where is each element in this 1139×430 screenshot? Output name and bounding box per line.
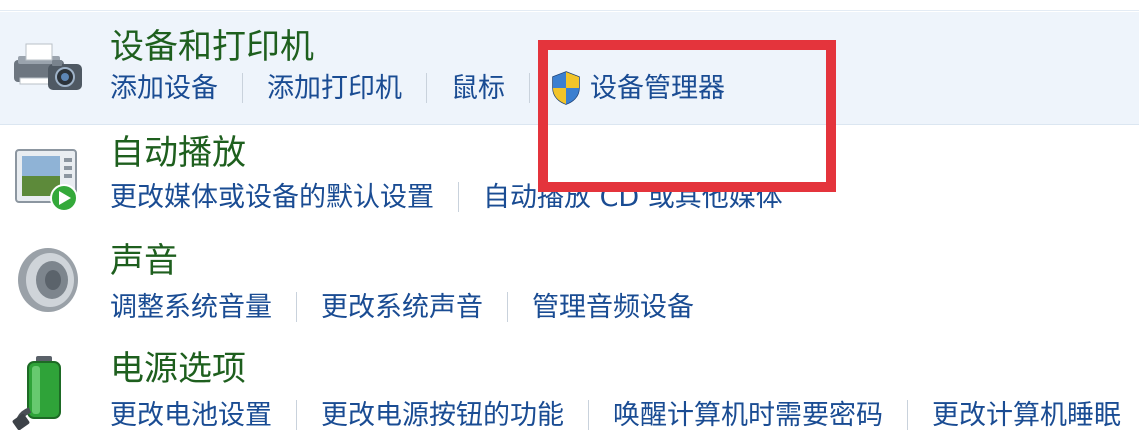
link-separator (507, 292, 508, 322)
device-manager-label[interactable]: 设备管理器 (590, 75, 725, 102)
change-sleep-link[interactable]: 更改计算机睡眠 (932, 402, 1121, 429)
adjust-volume-link[interactable]: 调整系统音量 (110, 294, 272, 321)
change-power-buttons-link[interactable]: 更改电源按钮的功能 (321, 402, 564, 429)
change-system-sounds-link[interactable]: 更改系统声音 (321, 294, 483, 321)
link-separator (588, 400, 589, 430)
link-separator (296, 292, 297, 322)
section-links-autoplay: 更改媒体或设备的默认设置 自动播放 CD 或其他媒体 (110, 182, 783, 212)
require-password-on-wake-link[interactable]: 唤醒计算机时需要密码 (613, 402, 883, 429)
add-device-link[interactable]: 添加设备 (110, 75, 218, 102)
link-separator (426, 73, 427, 103)
section-title-devices-and-printers[interactable]: 设备和打印机 (110, 30, 314, 64)
speaker-icon[interactable] (8, 240, 88, 320)
device-manager-link[interactable]: 设备管理器 (550, 70, 725, 106)
section-links-power-options: 更改电池设置 更改电源按钮的功能 唤醒计算机时需要密码 更改计算机睡眠 (110, 400, 1121, 430)
battery-power-icon[interactable] (8, 352, 88, 430)
section-links-sound: 调整系统音量 更改系统声音 管理音频设备 (110, 292, 694, 322)
autoplay-icon[interactable] (8, 138, 88, 218)
autoplay-cd-link[interactable]: 自动播放 CD 或其他媒体 (483, 184, 783, 211)
change-media-defaults-link[interactable]: 更改媒体或设备的默认设置 (110, 184, 434, 211)
link-separator (242, 73, 243, 103)
section-sound: 声音 调整系统音量 更改系统声音 管理音频设备 (0, 234, 1139, 330)
link-separator (907, 400, 908, 430)
section-autoplay: 自动播放 更改媒体或设备的默认设置 自动播放 CD 或其他媒体 (0, 124, 1139, 224)
change-battery-settings-link[interactable]: 更改电池设置 (110, 402, 272, 429)
link-separator (458, 182, 459, 212)
mouse-link[interactable]: 鼠标 (451, 75, 505, 102)
add-printer-link[interactable]: 添加打印机 (267, 75, 402, 102)
section-title-autoplay[interactable]: 自动播放 (110, 136, 246, 170)
control-panel-hardware-and-sound: 设备和打印机 添加设备 添加打印机 鼠标 设备管理器 自动播放 更改媒体或设备的… (0, 0, 1139, 430)
manage-audio-devices-link[interactable]: 管理音频设备 (532, 294, 694, 321)
link-separator (529, 73, 530, 103)
section-title-power-options[interactable]: 电源选项 (110, 352, 246, 386)
printer-camera-icon[interactable] (8, 26, 88, 106)
section-power-options: 电源选项 更改电池设置 更改电源按钮的功能 唤醒计算机时需要密码 更改计算机睡眠 (0, 340, 1139, 430)
uac-shield-icon (550, 70, 582, 106)
link-separator (296, 400, 297, 430)
section-title-sound[interactable]: 声音 (110, 244, 178, 278)
section-links-devices-and-printers: 添加设备 添加打印机 鼠标 设备管理器 (110, 70, 725, 106)
top-divider (0, 10, 1139, 11)
section-devices-and-printers: 设备和打印机 添加设备 添加打印机 鼠标 设备管理器 (0, 12, 1139, 125)
